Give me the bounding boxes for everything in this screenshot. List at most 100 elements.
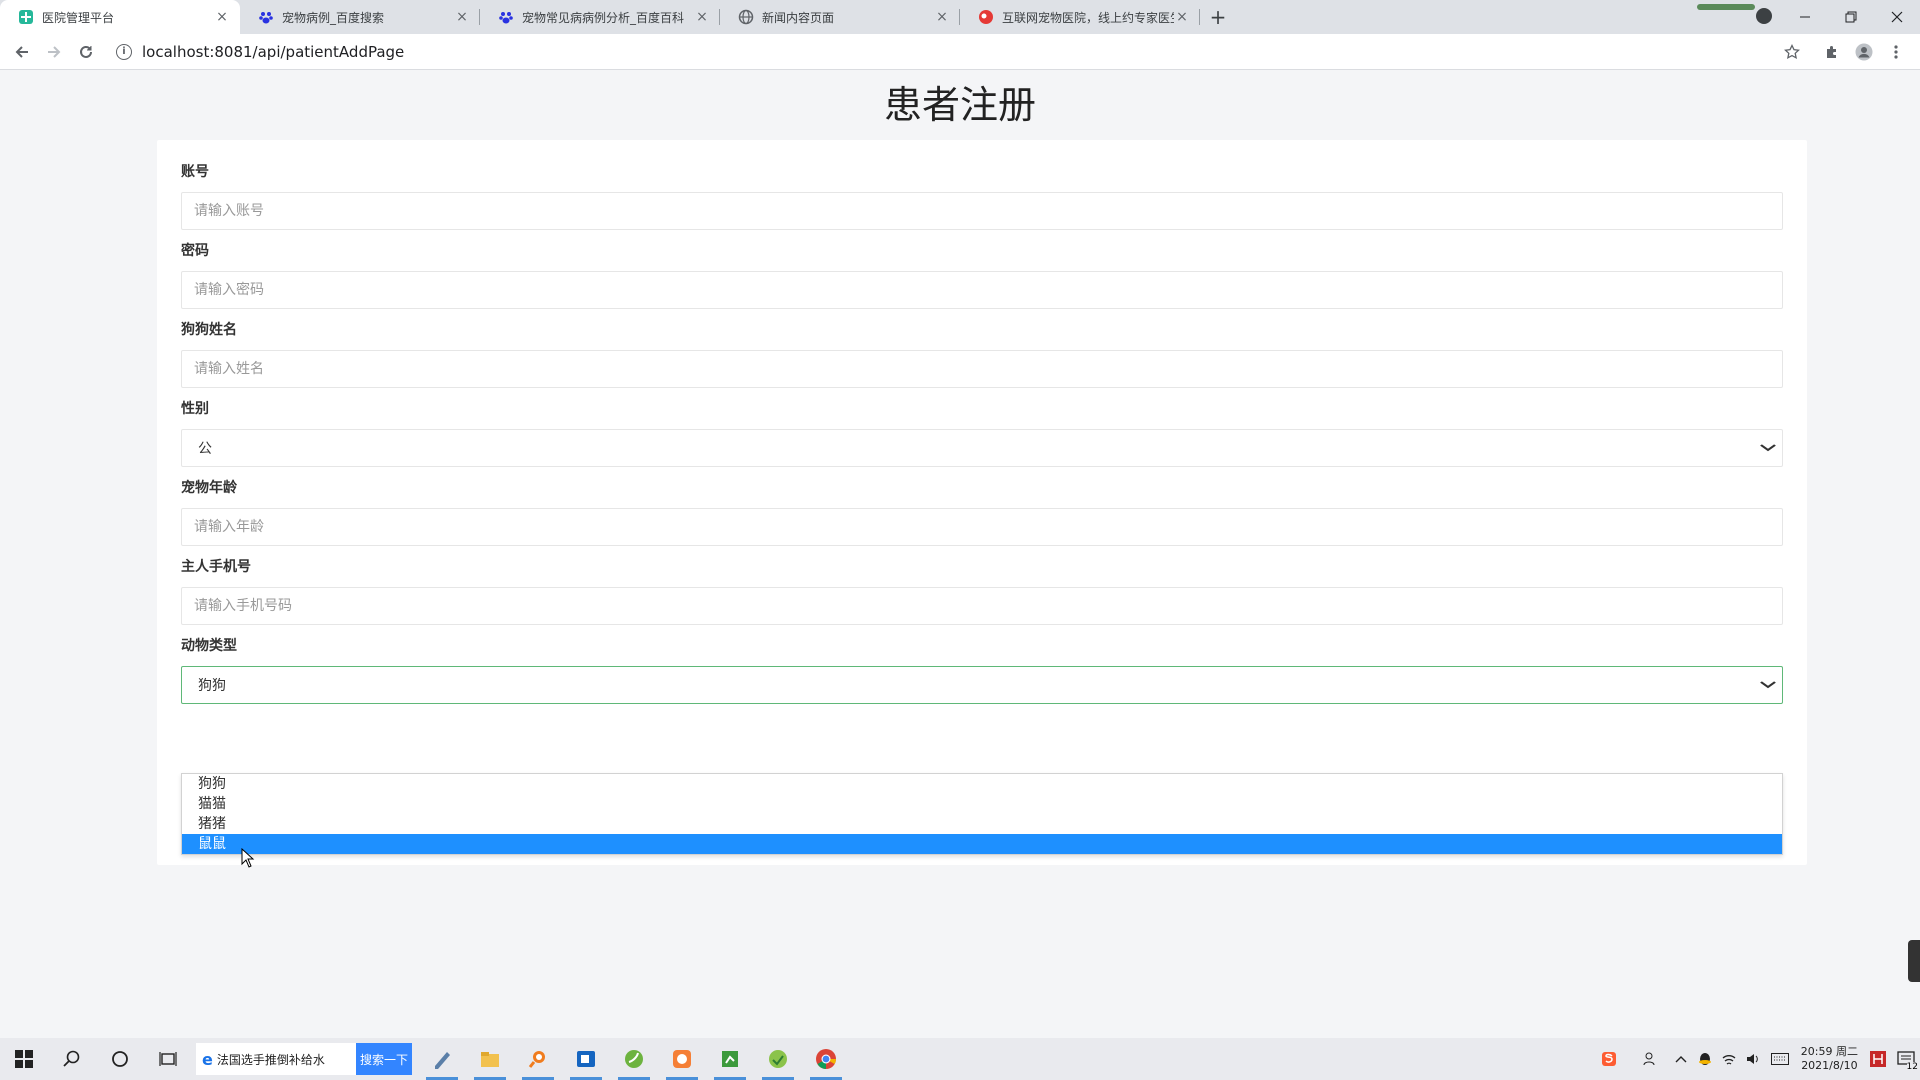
task-view-icon[interactable] [144, 1038, 192, 1080]
pet-age-input[interactable] [181, 508, 1783, 546]
password-input[interactable] [181, 271, 1783, 309]
notification-center-icon[interactable]: 12 [1892, 1038, 1920, 1080]
gender-selected-value: 公 [198, 438, 212, 458]
notes-app-icon[interactable] [706, 1038, 754, 1080]
search-icon[interactable] [48, 1038, 96, 1080]
chevron-up-icon[interactable] [1669, 1038, 1693, 1080]
account-field-group: 账号 [181, 162, 1783, 230]
profile-avatar-icon[interactable] [1848, 38, 1880, 66]
hospital-favicon-icon [18, 9, 34, 25]
media-indicator [1697, 4, 1755, 10]
close-window-icon[interactable] [1874, 0, 1920, 34]
tab-title: 宠物常见病病例分析_百度百科 [522, 9, 694, 26]
address-bar[interactable]: i localhost:8081/api/patientAddPage [110, 38, 1776, 66]
site-info-icon[interactable]: i [116, 44, 132, 60]
green-app-icon[interactable] [754, 1038, 802, 1080]
page-title: 患者注册 [0, 74, 1920, 129]
dog-name-input[interactable] [181, 350, 1783, 388]
search-app-icon[interactable] [514, 1038, 562, 1080]
chevron-down-icon [1760, 678, 1777, 692]
ie-browser-icon: e [202, 1050, 213, 1069]
tab-close-icon[interactable]: × [694, 9, 710, 25]
window-controls [1782, 0, 1920, 34]
gender-label: 性别 [181, 399, 1783, 419]
animal-type-option[interactable]: 狗狗 [182, 774, 1782, 794]
account-label: 账号 [181, 162, 1783, 182]
tab-close-icon[interactable]: × [214, 9, 230, 25]
notepad-app-icon[interactable] [418, 1038, 466, 1080]
owner-phone-label: 主人手机号 [181, 557, 1783, 577]
baidu-paw-icon [258, 9, 274, 25]
side-panel-handle[interactable] [1908, 940, 1920, 982]
tab-title: 互联网宠物医院，线上约专家医生 [1002, 9, 1174, 26]
registration-form: 账号 密码 狗狗姓名 性别 公 宠物年龄 主人手机号 [157, 140, 1807, 865]
url-text: localhost:8081/api/patientAddPage [142, 43, 404, 61]
animal-type-selected-value: 狗狗 [198, 675, 226, 695]
sogou-input-icon[interactable] [1585, 1038, 1633, 1080]
browser-tabstrip: 医院管理平台 × 宠物病例_百度搜索 × 宠物常见病病例分析_百度百科 × 新闻… [0, 0, 1920, 34]
password-label: 密码 [181, 241, 1783, 261]
bookmark-star-icon[interactable] [1776, 38, 1808, 66]
back-arrow-icon[interactable] [6, 38, 38, 66]
cortana-icon[interactable] [96, 1038, 144, 1080]
restore-icon[interactable] [1828, 0, 1874, 34]
chrome-app-icon[interactable] [802, 1038, 850, 1080]
tab-close-icon[interactable]: × [934, 9, 950, 25]
new-tab-button[interactable]: + [1204, 0, 1232, 34]
animal-type-option-highlighted[interactable]: 鼠鼠 [182, 834, 1782, 854]
spring-tool-icon[interactable] [610, 1038, 658, 1080]
clock-time: 20:59 周二 [1801, 1045, 1858, 1059]
extensions-puzzle-icon[interactable] [1816, 38, 1848, 66]
animal-type-option[interactable]: 猪猪 [182, 814, 1782, 834]
animal-type-dropdown: 狗狗 猫猫 猪猪 鼠鼠 [181, 773, 1783, 855]
browser-toolbar: i localhost:8081/api/patientAddPage [0, 34, 1920, 70]
animal-type-label: 动物类型 [181, 636, 1783, 656]
pet-hospital-logo-icon [978, 9, 994, 25]
tab-hospital-platform[interactable]: 医院管理平台 × [0, 0, 240, 34]
dog-name-field-group: 狗狗姓名 [181, 320, 1783, 388]
owner-phone-field-group: 主人手机号 [181, 557, 1783, 625]
animal-type-option[interactable]: 猫猫 [182, 794, 1782, 814]
reload-icon[interactable] [70, 38, 102, 66]
toolbar-actions [1776, 38, 1912, 66]
keyboard-icon[interactable] [1765, 1038, 1795, 1080]
taskbar-search-button[interactable]: 搜索一下 [356, 1043, 412, 1075]
tab-internet-pet-hospital[interactable]: 互联网宠物医院，线上约专家医生 × [960, 0, 1200, 34]
gender-field-group: 性别 公 [181, 399, 1783, 467]
tab-title: 医院管理平台 [42, 9, 214, 26]
ime-icon[interactable] [1864, 1038, 1892, 1080]
volume-icon[interactable] [1741, 1038, 1765, 1080]
forward-arrow-icon[interactable] [38, 38, 70, 66]
gender-select[interactable]: 公 [181, 429, 1783, 467]
file-explorer-icon[interactable] [466, 1038, 514, 1080]
video-app-icon[interactable] [562, 1038, 610, 1080]
taskbar-clock[interactable]: 20:59 周二 2021/8/10 [1795, 1045, 1864, 1073]
password-field-group: 密码 [181, 241, 1783, 309]
navicat-app-icon[interactable] [658, 1038, 706, 1080]
browser-menu-icon[interactable] [1880, 38, 1912, 66]
tab-close-icon[interactable]: × [454, 9, 470, 25]
taskbar-search-box[interactable]: e 法国选手推倒补给水 [196, 1043, 356, 1075]
tab-pet-disease-baike[interactable]: 宠物常见病病例分析_百度百科 × [480, 0, 720, 34]
wifi-icon[interactable] [1717, 1038, 1741, 1080]
tab-pet-case-search[interactable]: 宠物病例_百度搜索 × [240, 0, 480, 34]
globe-icon [738, 9, 754, 25]
account-input[interactable] [181, 192, 1783, 230]
pet-age-field-group: 宠物年龄 [181, 478, 1783, 546]
animal-type-select[interactable]: 狗狗 [181, 666, 1783, 704]
tab-search-icon[interactable] [1756, 8, 1772, 24]
tab-close-icon[interactable]: × [1174, 9, 1190, 25]
chevron-down-icon [1760, 441, 1777, 455]
page-content: 患者注册 账号 密码 狗狗姓名 性别 公 宠物年龄 [0, 70, 1920, 1038]
pet-age-label: 宠物年龄 [181, 478, 1783, 498]
qq-icon[interactable] [1693, 1038, 1717, 1080]
people-icon[interactable] [1633, 1038, 1669, 1080]
windows-start-icon[interactable] [0, 1038, 48, 1080]
tab-separator [1199, 9, 1200, 25]
dog-name-label: 狗狗姓名 [181, 320, 1783, 340]
owner-phone-input[interactable] [181, 587, 1783, 625]
minimize-icon[interactable] [1782, 0, 1828, 34]
tab-news-content[interactable]: 新闻内容页面 × [720, 0, 960, 34]
tab-title: 新闻内容页面 [762, 9, 934, 26]
mouse-cursor-icon [241, 848, 255, 868]
